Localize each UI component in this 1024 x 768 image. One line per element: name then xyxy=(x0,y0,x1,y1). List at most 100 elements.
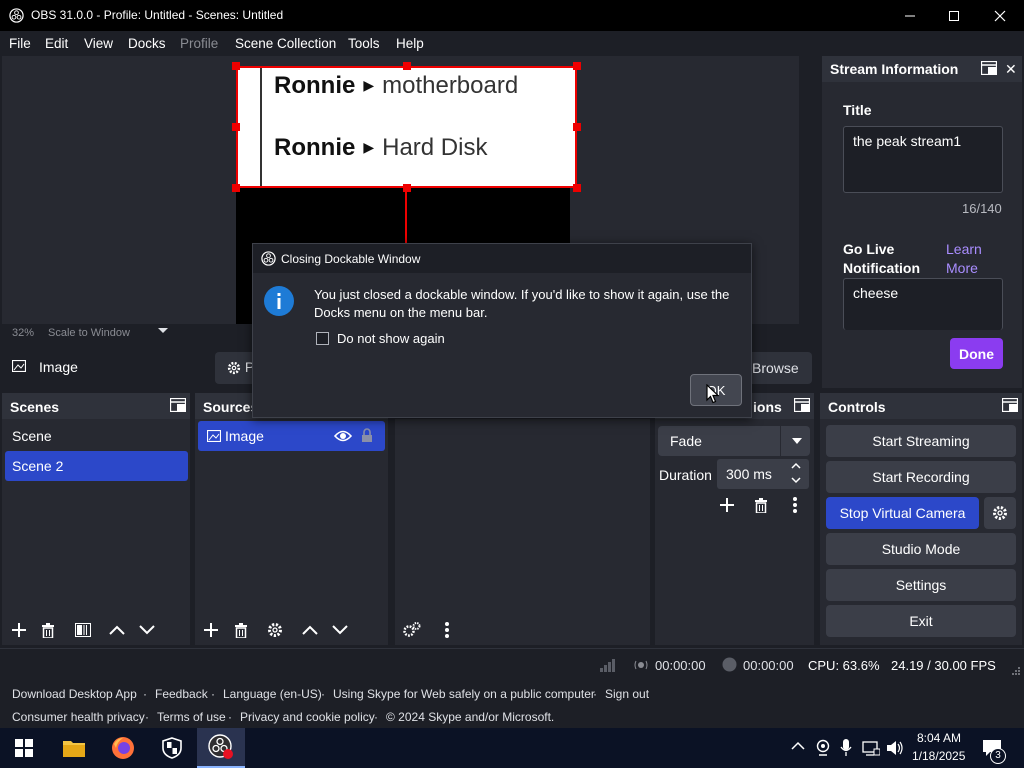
record-time: 00:00:00 xyxy=(743,658,794,673)
lock-icon[interactable] xyxy=(361,428,373,443)
signal-icon xyxy=(600,658,616,672)
resize-handle[interactable] xyxy=(573,184,581,192)
move-down-button[interactable] xyxy=(133,617,161,643)
resize-grip-icon[interactable] xyxy=(1011,666,1021,676)
webcam-icon[interactable] xyxy=(815,739,831,757)
studio-mode-button[interactable]: Studio Mode xyxy=(826,533,1016,565)
footer-link[interactable]: Download Desktop App xyxy=(12,687,137,701)
maximize-button[interactable] xyxy=(931,0,977,31)
menu-tools[interactable]: Tools xyxy=(348,36,380,51)
remove-transition-button[interactable] xyxy=(747,492,775,518)
footer-separator: · xyxy=(321,687,325,701)
network-icon[interactable] xyxy=(862,740,880,756)
start-recording-button[interactable]: Start Recording xyxy=(826,461,1016,493)
transition-select[interactable]: Fade xyxy=(658,426,810,456)
checkbox-label[interactable]: Do not show again xyxy=(337,331,445,346)
browse-button[interactable]: Browse xyxy=(742,352,812,384)
menu-help[interactable]: Help xyxy=(396,36,424,51)
start-streaming-button[interactable]: Start Streaming xyxy=(826,425,1016,457)
security-button[interactable] xyxy=(148,728,196,768)
mixer-menu-button[interactable] xyxy=(433,617,461,643)
more-vertical-icon xyxy=(793,497,797,513)
transition-type: Fade xyxy=(670,433,702,449)
add-source-button[interactable] xyxy=(197,617,225,643)
transitions-title: ions xyxy=(753,399,782,415)
menu-docks[interactable]: Docks xyxy=(128,36,166,51)
file-explorer-button[interactable] xyxy=(50,728,98,768)
menu-scene-collection[interactable]: Scene Collection xyxy=(235,36,336,51)
footer-link[interactable]: Consumer health privacy xyxy=(12,710,145,724)
menu-profile[interactable]: Profile xyxy=(180,36,218,51)
sign-out-link[interactable]: Sign out xyxy=(605,687,649,701)
move-down-button[interactable] xyxy=(326,617,354,643)
eye-icon[interactable] xyxy=(334,429,352,443)
footer-link[interactable]: Privacy and cookie policy xyxy=(240,710,375,724)
chevron-up-icon[interactable] xyxy=(791,462,801,469)
float-dock-icon[interactable] xyxy=(170,398,186,412)
sources-title: Sources xyxy=(203,399,259,415)
remove-scene-button[interactable] xyxy=(34,617,62,643)
advanced-audio-button[interactable] xyxy=(398,617,426,643)
list-item[interactable]: Scene 2 xyxy=(5,451,188,481)
transition-menu-button[interactable] xyxy=(781,492,809,518)
move-up-button[interactable] xyxy=(296,617,324,643)
scale-mode[interactable]: Scale to Window xyxy=(48,327,130,339)
resize-handle[interactable] xyxy=(403,62,411,70)
scenes-toolbar xyxy=(2,615,190,645)
menu-view[interactable]: View xyxy=(84,36,113,51)
clock-date[interactable]: 1/18/2025 xyxy=(912,749,965,763)
source-properties-button[interactable] xyxy=(261,617,289,643)
volume-icon[interactable] xyxy=(886,740,904,756)
close-button[interactable] xyxy=(977,0,1023,31)
obs-taskbar-button[interactable] xyxy=(197,728,245,768)
notification-field[interactable]: cheese xyxy=(843,278,1003,330)
add-transition-button[interactable] xyxy=(713,492,741,518)
do-not-show-checkbox[interactable] xyxy=(316,332,329,345)
scenes-title: Scenes xyxy=(10,399,60,415)
info-icon xyxy=(264,286,294,316)
audio-mixer-panel xyxy=(395,419,650,615)
list-item[interactable]: Scene xyxy=(5,421,188,451)
float-dock-icon[interactable] xyxy=(794,398,810,412)
move-up-button[interactable] xyxy=(103,617,131,643)
microphone-icon[interactable] xyxy=(840,739,852,757)
chevron-down-icon[interactable] xyxy=(791,477,801,484)
footer-link[interactable]: Using Skype for Web safely on a public c… xyxy=(333,687,595,701)
remove-source-button[interactable] xyxy=(227,617,255,643)
footer-link[interactable]: Terms of use xyxy=(157,710,226,724)
footer-link[interactable]: Feedback xyxy=(155,687,208,701)
resize-handle[interactable] xyxy=(573,62,581,70)
resize-handle[interactable] xyxy=(232,123,240,131)
menu-file[interactable]: File xyxy=(9,36,31,51)
close-dock-icon[interactable]: ✕ xyxy=(1005,61,1017,78)
preview-user: Ronnie xyxy=(274,134,356,161)
duration-stepper[interactable]: 300 ms xyxy=(717,459,809,489)
resize-handle[interactable] xyxy=(232,62,240,70)
image-source-preview[interactable]: Ronnie ▶ motherboard Ronnie ▶ Hard Disk xyxy=(236,66,577,188)
list-item[interactable]: Image xyxy=(198,421,385,451)
firefox-button[interactable] xyxy=(99,728,147,768)
float-dock-icon[interactable] xyxy=(981,61,997,75)
done-button[interactable]: Done xyxy=(950,338,1003,369)
learn-more-link[interactable]: Learn More xyxy=(946,240,996,278)
minimize-button[interactable] xyxy=(887,0,933,31)
chevron-down-icon xyxy=(332,625,348,635)
scene-filters-button[interactable] xyxy=(69,617,97,643)
clock-time[interactable]: 8:04 AM xyxy=(917,731,961,745)
stop-virtual-camera-button[interactable]: Stop Virtual Camera xyxy=(826,497,979,529)
settings-button[interactable]: Settings xyxy=(826,569,1016,601)
shield-icon xyxy=(162,737,182,759)
controls-title: Controls xyxy=(828,399,886,415)
start-button[interactable] xyxy=(0,728,48,768)
chevron-up-icon[interactable] xyxy=(791,741,805,751)
footer-link[interactable]: Language (en-US) xyxy=(223,687,322,701)
resize-handle[interactable] xyxy=(232,184,240,192)
add-scene-button[interactable] xyxy=(5,617,33,643)
title-field[interactable]: the peak stream1 xyxy=(843,126,1003,193)
float-dock-icon[interactable] xyxy=(1002,398,1018,412)
chevron-down-icon[interactable] xyxy=(158,325,168,335)
virtual-camera-settings-button[interactable] xyxy=(984,497,1016,529)
resize-handle[interactable] xyxy=(573,123,581,131)
exit-button[interactable]: Exit xyxy=(826,605,1016,637)
menu-edit[interactable]: Edit xyxy=(45,36,68,51)
